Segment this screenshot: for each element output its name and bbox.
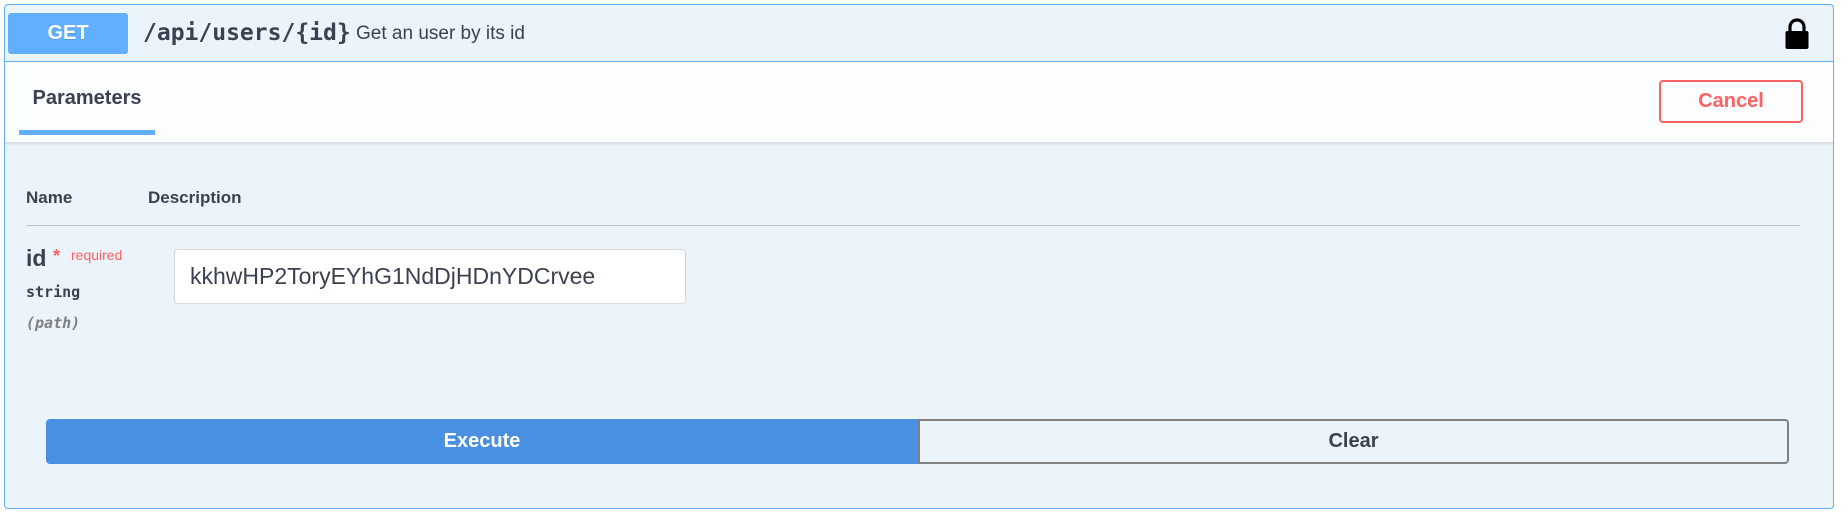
cancel-button[interactable]: Cancel (1659, 80, 1803, 123)
required-label: required (71, 247, 123, 263)
operation-description: Get an user by its id (356, 23, 525, 44)
active-tab-indicator (19, 130, 155, 135)
clear-button[interactable]: Clear (918, 419, 1789, 464)
operation-block: GET /api/users/{id} Get an user by its i… (4, 4, 1834, 509)
column-header-name: Name (26, 188, 73, 207)
required-star: * (53, 246, 61, 266)
http-method-badge: GET (8, 13, 128, 54)
lock-icon[interactable] (1784, 18, 1810, 50)
execute-button[interactable]: Execute (46, 419, 918, 464)
parameter-location: (path) (26, 314, 81, 332)
parameter-name: id (26, 245, 47, 271)
parameter-type: string (26, 283, 81, 301)
operation-summary[interactable]: GET /api/users/{id} Get an user by its i… (5, 5, 1833, 62)
parameters-tab-bar: Parameters Cancel (5, 62, 1833, 143)
endpoint-path: /api/users/{id} (143, 20, 351, 46)
header-divider (26, 225, 1800, 226)
execute-wrapper: Execute Clear (46, 419, 1789, 464)
id-parameter-input[interactable] (174, 249, 686, 304)
tab-parameters[interactable]: Parameters (19, 62, 155, 135)
column-header-description: Description (148, 188, 242, 207)
